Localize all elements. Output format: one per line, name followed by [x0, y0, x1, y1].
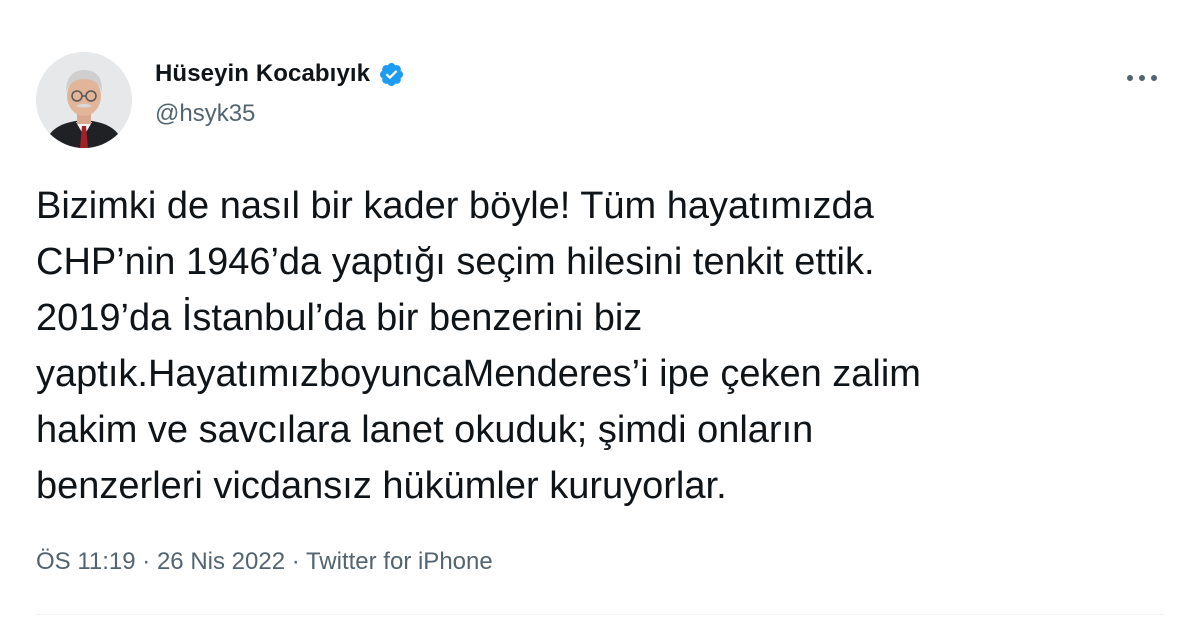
tweet-text-line: 2019’da İstanbul’da bir benzerini biz	[36, 297, 643, 339]
tweet-text: Bizimki de nasıl bir kader böyle! Tüm ha…	[36, 178, 1156, 514]
meta-separator: ·	[135, 548, 157, 575]
tweet-text-line: Bizimki de nasıl bir kader böyle! Tüm ha…	[36, 185, 874, 227]
tweet-card: Hüseyin Kocabıyık @hsyk35 Bizimki de nas…	[0, 0, 1200, 623]
tweet-date[interactable]: 26 Nis 2022	[157, 548, 285, 575]
avatar-photo	[36, 52, 132, 148]
tweet-text-line: CHP’nin 1946’da yaptığı seçim hilesini t…	[36, 241, 875, 283]
meta-separator: ·	[285, 548, 306, 575]
tweet-text-line: yaptık.HayatımızboyuncaMenderes’i ipe çe…	[36, 353, 921, 395]
tweet-text-line: hakim ve savcılara lanet okuduk; şimdi o…	[36, 409, 814, 451]
author-display-name[interactable]: Hüseyin Kocabıyık	[155, 60, 370, 88]
tweet-meta: ÖS 11:19 · 26 Nis 2022 · Twitter for iPh…	[36, 548, 493, 576]
tweet-time[interactable]: ÖS 11:19	[36, 548, 136, 575]
author-handle[interactable]: @hsyk35	[155, 100, 255, 128]
more-horizontal-icon[interactable]	[1118, 62, 1166, 94]
avatar[interactable]	[36, 52, 132, 148]
verified-badge-icon	[378, 61, 405, 88]
tweet-text-line: benzerleri vicdansız hükümler kuruyorlar…	[36, 465, 727, 507]
divider	[36, 614, 1164, 615]
author-name-row: Hüseyin Kocabıyık	[155, 60, 405, 88]
tweet-source[interactable]: Twitter for iPhone	[306, 548, 493, 575]
